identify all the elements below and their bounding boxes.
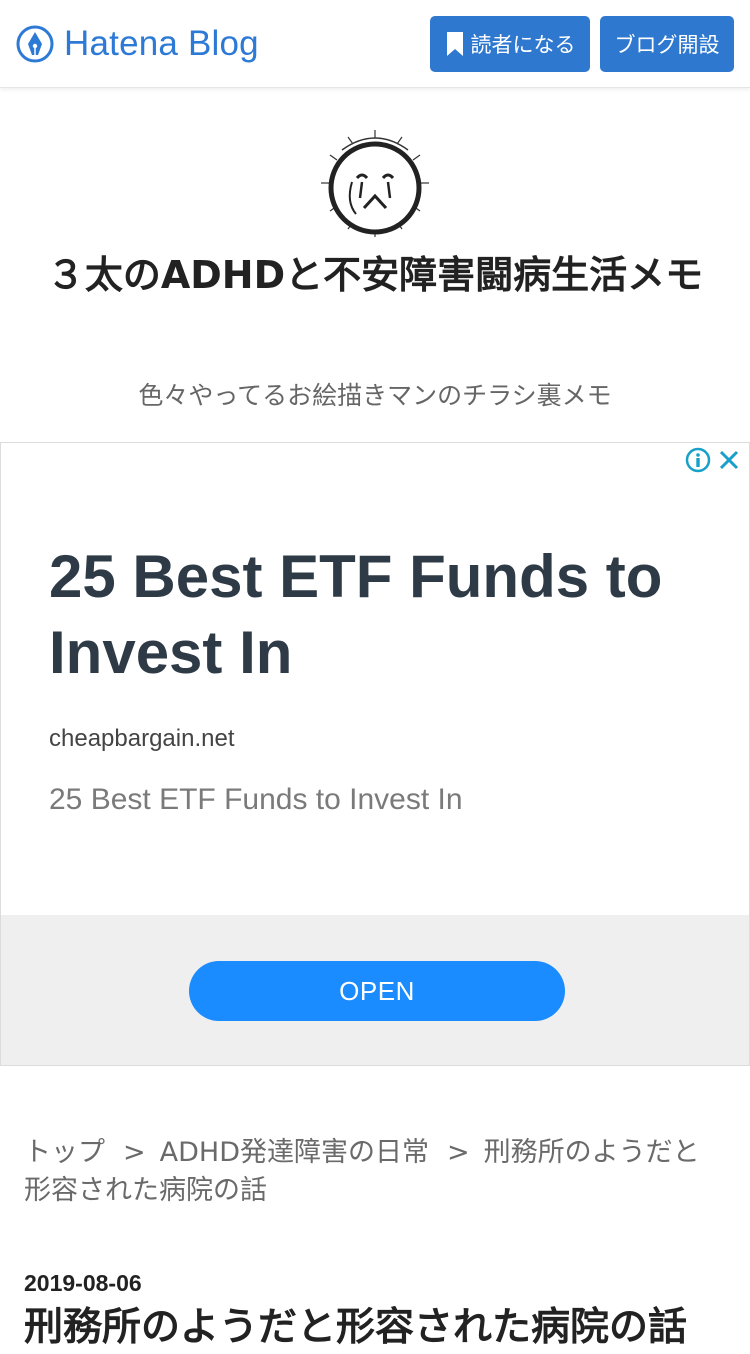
start-blog-button-label: ブログ開設 <box>614 33 720 57</box>
pen-nib-icon <box>16 25 54 63</box>
ad-footer: OPEN <box>1 915 749 1065</box>
advertisement[interactable]: 25 Best ETF Funds to Invest In cheapbarg… <box>0 442 750 1066</box>
breadcrumb-item-category[interactable]: ADHD発達障害の日常 <box>160 1137 429 1168</box>
ad-controls <box>685 447 741 473</box>
breadcrumb-separator: > <box>446 1137 470 1168</box>
blog-title[interactable]: ３太のADHDと不安障害闘病生活メモ <box>30 250 720 300</box>
hatena-blog-logo[interactable]: Hatena Blog <box>16 22 259 66</box>
ad-description[interactable]: 25 Best ETF Funds to Invest In <box>49 783 463 817</box>
top-bar: Hatena Blog 読者になる ブログ開設 <box>0 0 750 88</box>
logo-text: Hatena Blog <box>64 24 259 63</box>
bookmark-icon <box>446 32 463 56</box>
article-title[interactable]: 刑務所のようだと形容された病院の話 <box>24 1302 726 1354</box>
breadcrumb-item-top[interactable]: トップ <box>24 1137 105 1168</box>
ad-open-button[interactable]: OPEN <box>189 961 565 1021</box>
blog-avatar[interactable] <box>312 120 438 246</box>
ad-domain[interactable]: cheapbargain.net <box>49 725 234 753</box>
breadcrumb: トップ > ADHD発達障害の日常 > 刑務所のようだと形容された病院の話 <box>24 1134 726 1210</box>
ad-headline[interactable]: 25 Best ETF Funds to Invest In <box>49 539 709 691</box>
info-icon[interactable] <box>685 447 711 473</box>
subscribe-button[interactable]: 読者になる <box>430 16 590 72</box>
article-date[interactable]: 2019-08-06 <box>24 1270 142 1297</box>
blog-description: 色々やってるお絵描きマンのチラシ裏メモ <box>138 381 612 410</box>
start-blog-button[interactable]: ブログ開設 <box>600 16 734 72</box>
breadcrumb-separator: > <box>123 1137 146 1168</box>
close-icon[interactable] <box>717 448 741 472</box>
hand-drawn-face-avatar-icon <box>321 130 429 237</box>
subscribe-button-label: 読者になる <box>470 33 576 57</box>
